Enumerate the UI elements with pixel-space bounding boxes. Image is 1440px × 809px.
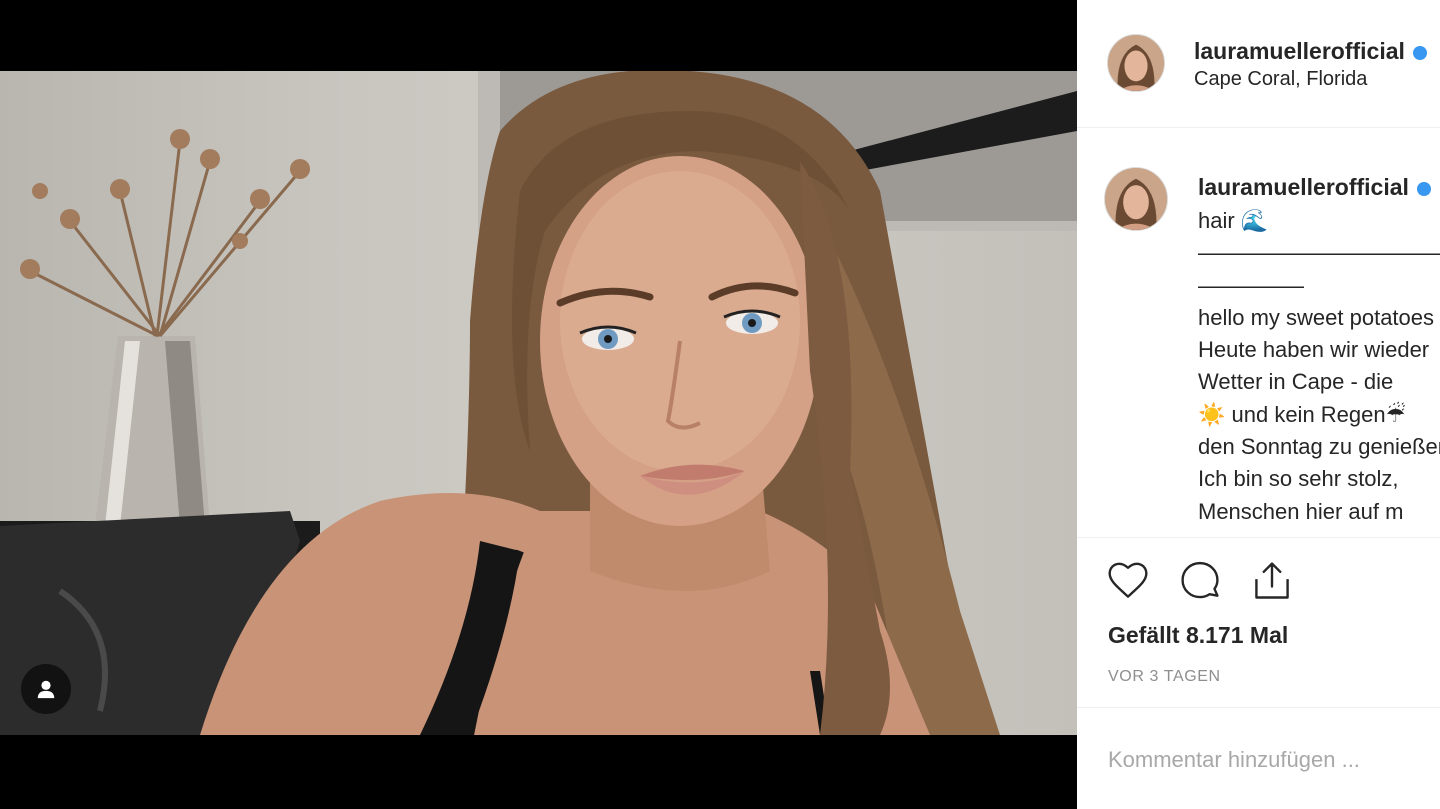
caption-line: den Sonntag zu genießen: [1198, 434, 1440, 460]
caption-avatar[interactable]: [1104, 167, 1168, 231]
post-photo[interactable]: [0, 71, 1077, 735]
user-tag-button[interactable]: [21, 664, 71, 714]
caption-line: Heute haben wir wieder: [1198, 337, 1430, 363]
post-actions: Gefällt 8.171 Mal VOR 3 TAGEN: [1077, 537, 1440, 707]
caption-line: Menschen hier auf m: [1198, 498, 1404, 524]
caption-username[interactable]: lauramuellerofficial: [1198, 174, 1431, 201]
selfie-photo-illustration: [0, 71, 1077, 735]
avatar-image: [1105, 168, 1167, 230]
caption-line: ——————————————: [1198, 240, 1440, 266]
caption-line: hello my sweet potatoes: [1198, 304, 1435, 330]
caption-line: ☀️ und kein Regen☔: [1198, 401, 1406, 427]
comment-button[interactable]: [1177, 558, 1223, 604]
header-username-text[interactable]: lauramuellerofficial: [1194, 38, 1405, 64]
share-icon: [1255, 562, 1289, 599]
caption-username-text[interactable]: lauramuellerofficial: [1198, 174, 1409, 200]
comments-section[interactable]: lauramuellerofficial hair 🌊 ——————————— —…: [1077, 129, 1440, 537]
post-location[interactable]: Cape Coral, Florida: [1194, 68, 1367, 91]
post-media[interactable]: [0, 0, 1077, 809]
header-username[interactable]: lauramuellerofficial: [1194, 38, 1427, 65]
caption-line: —————: [1198, 272, 1304, 298]
comment-icon: [1181, 561, 1219, 599]
verified-badge-icon: [1412, 45, 1427, 60]
comment-input[interactable]: [1108, 742, 1428, 778]
like-count[interactable]: Gefällt 8.171 Mal: [1108, 622, 1288, 649]
caption-line: Ich bin so sehr stolz,: [1198, 466, 1399, 492]
action-icons: [1105, 558, 1295, 604]
comment-form: [1077, 707, 1440, 809]
avatar[interactable]: [1107, 34, 1165, 92]
post-sidebar: lauramuellerofficial Cape Coral, Florida…: [1077, 0, 1440, 809]
heart-icon: [1108, 562, 1148, 598]
avatar-image: [1108, 35, 1164, 91]
share-button[interactable]: [1249, 558, 1295, 604]
verified-badge-icon: [1416, 181, 1431, 196]
post-timestamp[interactable]: VOR 3 TAGEN: [1108, 668, 1221, 686]
caption-line: Wetter in Cape - die: [1198, 369, 1394, 395]
post-header: lauramuellerofficial Cape Coral, Florida: [1077, 0, 1440, 128]
person-icon: [37, 680, 55, 699]
caption-line: hair 🌊: [1198, 208, 1269, 233]
caption-text: hair 🌊 —————————————— ————— hello my swe…: [1198, 205, 1440, 528]
like-button[interactable]: [1105, 558, 1151, 604]
